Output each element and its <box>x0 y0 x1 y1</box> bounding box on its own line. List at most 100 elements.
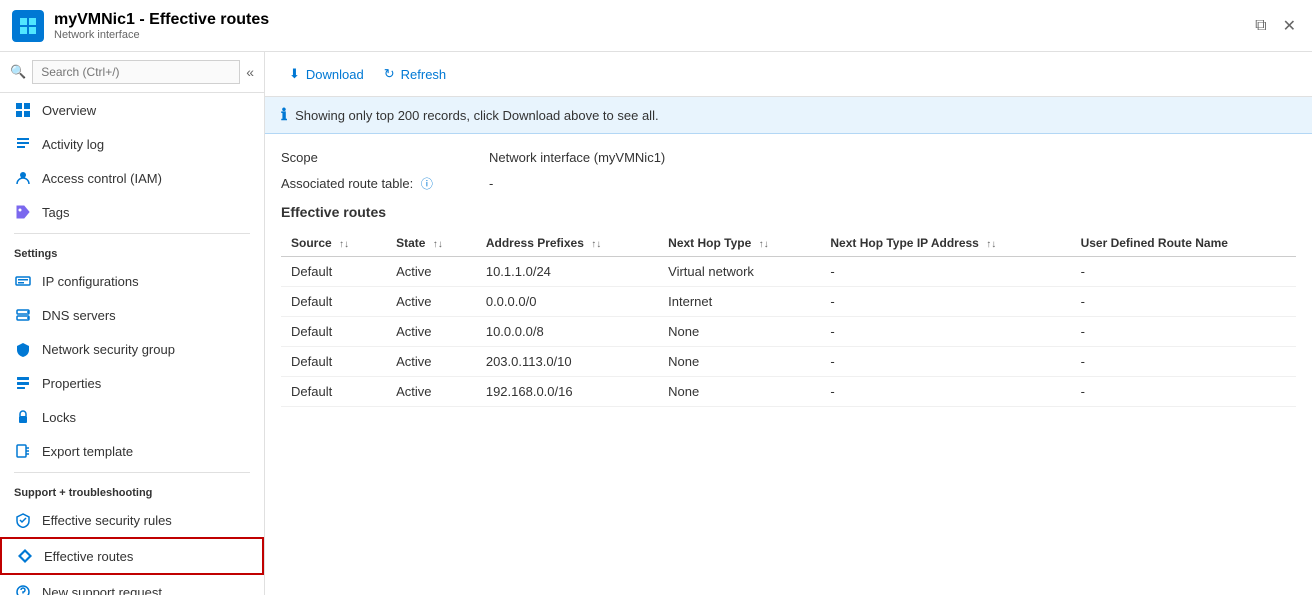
content-area: ⬇ Download ↻ Refresh ℹ Showing only top … <box>265 52 1312 595</box>
cell-address: 10.0.0.0/8 <box>476 317 658 347</box>
cell-state: Active <box>386 287 476 317</box>
window-controls: ⧉ ✕ <box>1251 12 1300 40</box>
lock-icon <box>14 408 32 426</box>
cell-routeName: - <box>1071 377 1296 407</box>
sidebar: 🔍 « Overview Activity log Access control… <box>0 52 265 595</box>
cell-hopType: None <box>658 347 820 377</box>
cell-source: Default <box>281 377 386 407</box>
info-tooltip-icon: ⓘ <box>421 177 433 191</box>
cell-routeName: - <box>1071 257 1296 287</box>
table-row: DefaultActive203.0.113.0/10None-- <box>281 347 1296 377</box>
sidebar-item-label: Activity log <box>42 137 104 152</box>
sort-icon-hop-ip: ↑↓ <box>986 239 996 250</box>
cell-routeName: - <box>1071 347 1296 377</box>
scope-value: Network interface (myVMNic1) <box>489 150 665 165</box>
cell-hopIP: - <box>820 347 1070 377</box>
search-input[interactable] <box>32 60 240 84</box>
divider-support <box>14 472 250 473</box>
support-icon <box>14 583 32 595</box>
scope-label: Scope <box>281 150 481 165</box>
route-table-value: - <box>489 176 493 191</box>
sort-icon-address: ↑↓ <box>591 239 601 250</box>
pin-button[interactable]: ⧉ <box>1251 12 1270 40</box>
routes-table: Source ↑↓ State ↑↓ Address Prefixes ↑↓ <box>281 230 1296 407</box>
download-button[interactable]: ⬇ Download <box>281 62 372 86</box>
cell-hopType: Virtual network <box>658 257 820 287</box>
app-icon <box>12 10 44 42</box>
info-banner: ℹ Showing only top 200 records, click Do… <box>265 97 1312 134</box>
sidebar-item-activity-log[interactable]: Activity log <box>0 127 264 161</box>
log-icon <box>14 135 32 153</box>
cell-address: 203.0.113.0/10 <box>476 347 658 377</box>
banner-message: Showing only top 200 records, click Down… <box>295 108 659 123</box>
sidebar-item-tags[interactable]: Tags <box>0 195 264 229</box>
sidebar-item-new-support[interactable]: New support request <box>0 575 264 595</box>
cell-hopIP: - <box>820 377 1070 407</box>
user-icon <box>14 169 32 187</box>
col-state-label: State <box>396 236 425 250</box>
cell-state: Active <box>386 377 476 407</box>
sidebar-item-properties[interactable]: Properties <box>0 366 264 400</box>
sidebar-item-effective-security[interactable]: Effective security rules <box>0 503 264 537</box>
sidebar-item-ip-configurations[interactable]: IP configurations <box>0 264 264 298</box>
sidebar-item-label: Overview <box>42 103 96 118</box>
cell-source: Default <box>281 347 386 377</box>
export-icon <box>14 442 32 460</box>
refresh-icon: ↻ <box>384 66 395 82</box>
refresh-button[interactable]: ↻ Refresh <box>376 62 454 86</box>
col-source[interactable]: Source ↑↓ <box>281 230 386 257</box>
table-body: DefaultActive10.1.1.0/24Virtual network-… <box>281 257 1296 407</box>
route-table-label-text: Associated route table: <box>281 176 413 191</box>
collapse-button[interactable]: « <box>246 64 254 80</box>
sidebar-item-label: Export template <box>42 444 133 459</box>
route-table-label: Associated route table: ⓘ <box>281 175 481 192</box>
sidebar-item-effective-routes[interactable]: Effective routes <box>0 537 264 575</box>
sidebar-item-label: Locks <box>42 410 76 425</box>
col-hop-type[interactable]: Next Hop Type ↑↓ <box>658 230 820 257</box>
sort-icon-hop-type: ↑↓ <box>759 239 769 250</box>
sidebar-item-label: Network security group <box>42 342 175 357</box>
sidebar-item-label: DNS servers <box>42 308 116 323</box>
ip-icon <box>14 272 32 290</box>
cell-state: Active <box>386 347 476 377</box>
close-button[interactable]: ✕ <box>1279 12 1300 40</box>
cell-hopIP: - <box>820 257 1070 287</box>
sort-icon-source: ↑↓ <box>339 239 349 250</box>
sidebar-item-locks[interactable]: Locks <box>0 400 264 434</box>
col-address-label: Address Prefixes <box>486 236 584 250</box>
main-layout: 🔍 « Overview Activity log Access control… <box>0 52 1312 595</box>
download-label: Download <box>306 67 364 82</box>
sidebar-item-access-control[interactable]: Access control (IAM) <box>0 161 264 195</box>
grid-icon <box>14 101 32 119</box>
sidebar-item-dns-servers[interactable]: DNS servers <box>0 298 264 332</box>
cell-source: Default <box>281 317 386 347</box>
col-hop-ip[interactable]: Next Hop Type IP Address ↑↓ <box>820 230 1070 257</box>
table-row: DefaultActive10.0.0.0/8None-- <box>281 317 1296 347</box>
sidebar-item-label: Tags <box>42 205 69 220</box>
settings-section-label: Settings <box>0 238 264 264</box>
col-route-name-label: User Defined Route Name <box>1081 236 1228 250</box>
scope-row: Scope Network interface (myVMNic1) <box>281 150 1296 165</box>
download-icon: ⬇ <box>289 66 300 82</box>
dns-icon <box>14 306 32 324</box>
page-title: myVMNic1 - Effective routes <box>54 11 269 29</box>
effective-routes-section-title: Effective routes <box>281 204 1296 220</box>
sort-icon-state: ↑↓ <box>433 239 443 250</box>
cell-address: 10.1.1.0/24 <box>476 257 658 287</box>
page-subtitle: Network interface <box>54 29 269 41</box>
sidebar-item-export-template[interactable]: Export template <box>0 434 264 468</box>
col-address[interactable]: Address Prefixes ↑↓ <box>476 230 658 257</box>
cell-address: 0.0.0.0/0 <box>476 287 658 317</box>
sidebar-item-nsg[interactable]: Network security group <box>0 332 264 366</box>
table-row: DefaultActive192.168.0.0/16None-- <box>281 377 1296 407</box>
cell-source: Default <box>281 257 386 287</box>
title-bar-left: myVMNic1 - Effective routes Network inte… <box>12 10 269 42</box>
sidebar-item-overview[interactable]: Overview <box>0 93 264 127</box>
cell-routeName: - <box>1071 287 1296 317</box>
sidebar-item-label: New support request <box>42 585 162 595</box>
col-state[interactable]: State ↑↓ <box>386 230 476 257</box>
col-route-name[interactable]: User Defined Route Name <box>1071 230 1296 257</box>
sidebar-item-label: Properties <box>42 376 101 391</box>
table-row: DefaultActive0.0.0.0/0Internet-- <box>281 287 1296 317</box>
col-hop-type-label: Next Hop Type <box>668 236 751 250</box>
